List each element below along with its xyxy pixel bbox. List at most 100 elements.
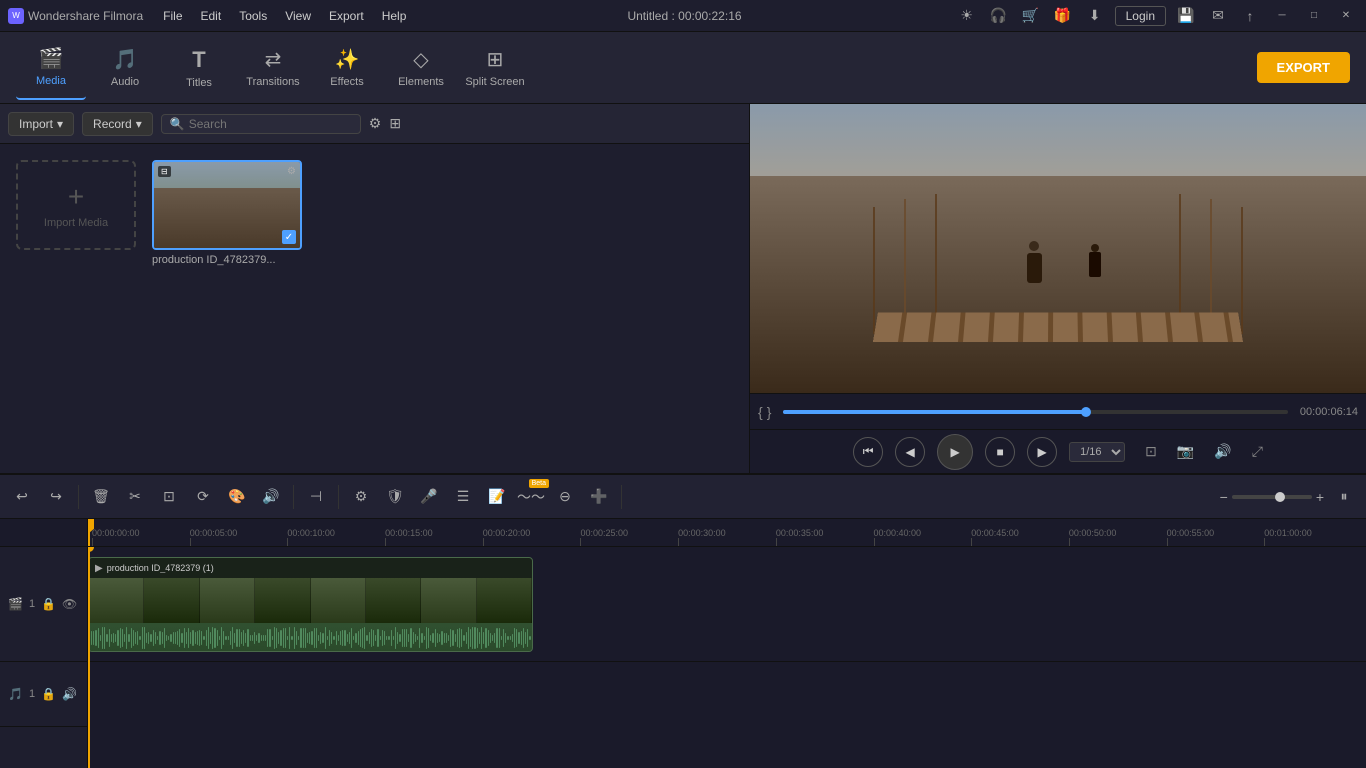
snapshot-icon[interactable]: 📷 — [1177, 443, 1194, 460]
toolbar-transitions[interactable]: ⇄ Transitions — [238, 36, 308, 100]
progress-handle[interactable] — [1081, 407, 1091, 417]
zoom-in-icon[interactable]: + — [1316, 489, 1324, 505]
waveform-bar — [404, 629, 405, 646]
delete-button[interactable]: 🗑 — [87, 483, 115, 511]
zoom-minus-button[interactable]: ⊖ — [551, 483, 579, 511]
toolbar-media[interactable]: 🎬 Media — [16, 36, 86, 100]
ai-button[interactable]: 〜〜 Beta — [517, 483, 545, 511]
waveform-bar — [117, 630, 118, 646]
fullscreen-preview-icon[interactable]: ⊡ — [1145, 443, 1157, 460]
expand-icon[interactable]: ⤢ — [1252, 443, 1263, 460]
waveform-bar — [93, 631, 94, 644]
undo-button[interactable]: ↩ — [8, 483, 36, 511]
audio-track-icon[interactable]: 🎵 — [8, 687, 23, 701]
text-button[interactable]: 📝 — [483, 483, 511, 511]
quality-select[interactable]: 1/16 — [1069, 442, 1125, 462]
title-bar-left: W Wondershare Filmora File Edit Tools Vi… — [8, 7, 414, 25]
shield-button[interactable]: 🛡 — [381, 483, 409, 511]
timeline-ruler[interactable]: 00:00:00:0000:00:05:0000:00:10:0000:00:1… — [88, 519, 1366, 547]
layout-button[interactable]: ☰ — [449, 483, 477, 511]
audio-detach-button[interactable]: 🔊 — [257, 483, 285, 511]
waveform-bar — [512, 634, 513, 642]
export-button[interactable]: EXPORT — [1257, 52, 1350, 83]
menu-tools[interactable]: Tools — [231, 7, 275, 25]
add-marker-button[interactable]: ➕ — [585, 483, 613, 511]
waveform-bar — [360, 629, 361, 648]
login-button[interactable]: Login — [1115, 6, 1166, 26]
bracket-right-button[interactable]: } — [767, 404, 772, 420]
audio-lock-icon[interactable]: 🔒 — [41, 687, 56, 701]
waveform-bar — [100, 635, 101, 640]
menu-view[interactable]: View — [277, 7, 319, 25]
waveform-bar — [95, 630, 96, 646]
menu-edit[interactable]: Edit — [193, 7, 230, 25]
waveform-bar — [318, 635, 319, 642]
save-icon[interactable]: 💾 — [1174, 4, 1198, 28]
menu-help[interactable]: Help — [374, 7, 415, 25]
toolbar-titles[interactable]: T Titles — [164, 36, 234, 100]
toolbar-audio[interactable]: 🎵 Audio — [90, 36, 160, 100]
eye-icon[interactable]: 👁 — [62, 597, 77, 611]
sun-icon[interactable]: ☀ — [955, 4, 979, 28]
step-back-button[interactable]: ⏮ — [853, 437, 883, 467]
media-thumbnail[interactable]: ⊟ ⚙ ✓ — [152, 160, 302, 250]
mic-button[interactable]: 🎤 — [415, 483, 443, 511]
minimize-button[interactable]: ─ — [1270, 4, 1294, 28]
audio-mute-icon[interactable]: 🔊 — [62, 687, 77, 701]
waveform-bar — [444, 633, 445, 643]
close-button[interactable]: ✕ — [1334, 4, 1358, 28]
bracket-left-button[interactable]: { — [758, 404, 763, 420]
lock-icon[interactable]: 🔒 — [41, 597, 56, 611]
search-icon: 🔍 — [170, 117, 185, 131]
split-button[interactable]: ⊣ — [302, 483, 330, 511]
zoom-slider[interactable] — [1232, 495, 1312, 499]
media-item[interactable]: ⊟ ⚙ ✓ production ID_4782379... — [152, 160, 302, 266]
import-media-button[interactable]: + Import Media — [16, 160, 136, 250]
preview-figure — [1027, 253, 1042, 283]
toolbar-split-screen[interactable]: ⊞ Split Screen — [460, 36, 530, 100]
video-clip[interactable]: ▶ production ID_4782379 (1) — [88, 557, 533, 652]
frame-fwd-button[interactable]: ▶ — [1027, 437, 1057, 467]
speed-button[interactable]: ⟳ — [189, 483, 217, 511]
grid-view-icon[interactable]: ⊞ — [389, 115, 401, 132]
menu-file[interactable]: File — [155, 7, 190, 25]
crop-button[interactable]: ⊡ — [155, 483, 183, 511]
preview-controls: { } 00:00:06:14 — [750, 393, 1366, 429]
record-chevron-icon: ▾ — [136, 117, 142, 131]
redo-button[interactable]: ↪ — [42, 483, 70, 511]
update-icon[interactable]: ↑ — [1238, 4, 1262, 28]
record-dropdown[interactable]: Record ▾ — [82, 112, 153, 136]
video-track-icon[interactable]: 🎬 — [8, 597, 23, 611]
download-icon[interactable]: ⬇ — [1083, 4, 1107, 28]
waveform-bar — [432, 633, 433, 644]
mail-icon[interactable]: ✉ — [1206, 4, 1230, 28]
gift-icon[interactable]: 🎁 — [1051, 4, 1075, 28]
search-input[interactable] — [189, 117, 352, 131]
clip-header: ▶ production ID_4782379 (1) — [89, 558, 532, 578]
toolbar-effects[interactable]: ✨ Effects — [312, 36, 382, 100]
settings-button[interactable]: ⚙ — [347, 483, 375, 511]
pause-all-button[interactable]: ⏸ — [1330, 483, 1358, 511]
filter-icon[interactable]: ⚙ — [369, 115, 382, 132]
ruler-marks: 00:00:00:0000:00:05:0000:00:10:0000:00:1… — [88, 519, 1366, 546]
frame-back-button[interactable]: ◀ — [895, 437, 925, 467]
progress-fill — [783, 410, 1086, 414]
clip-settings-icon[interactable]: ⚙ — [287, 166, 296, 177]
progress-bar[interactable] — [783, 410, 1288, 414]
ruler-tick — [190, 538, 191, 546]
cart-icon[interactable]: 🛒 — [1019, 4, 1043, 28]
maximize-button[interactable]: □ — [1302, 4, 1326, 28]
waveform-bar — [514, 628, 515, 649]
cut-button[interactable]: ✂ — [121, 483, 149, 511]
import-dropdown[interactable]: Import ▾ — [8, 112, 74, 136]
zoom-out-icon[interactable]: − — [1220, 489, 1228, 505]
toolbar-elements[interactable]: ◇ Elements — [386, 36, 456, 100]
play-button[interactable]: ▶ — [937, 434, 973, 470]
audio-preview-icon[interactable]: 🔊 — [1214, 443, 1231, 460]
color-button[interactable]: 🎨 — [223, 483, 251, 511]
headphone-icon[interactable]: 🎧 — [987, 4, 1011, 28]
waveform-bar — [408, 634, 409, 641]
menu-export[interactable]: Export — [321, 7, 372, 25]
stop-button[interactable]: ■ — [985, 437, 1015, 467]
waveform-bar — [106, 634, 107, 642]
